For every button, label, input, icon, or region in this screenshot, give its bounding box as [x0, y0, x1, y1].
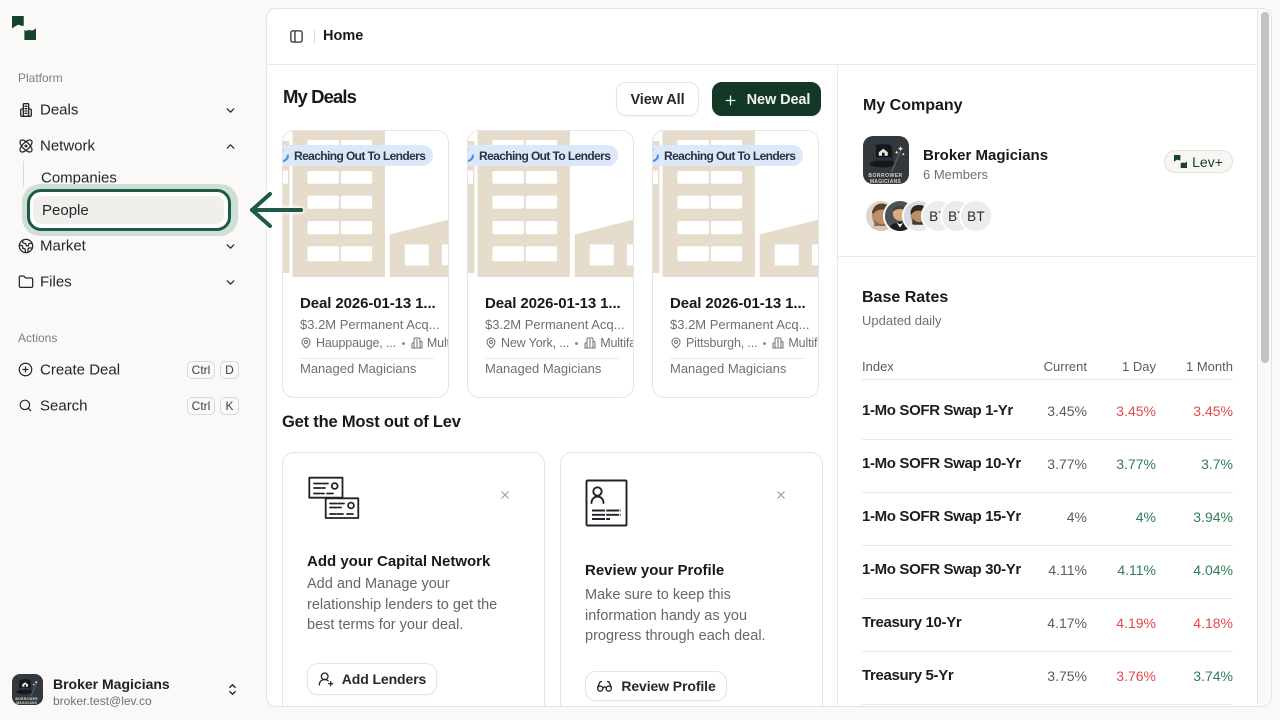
svg-text:MAGICIANS: MAGICIANS	[16, 701, 37, 705]
svg-text:MAGICIANS: MAGICIANS	[870, 179, 902, 184]
